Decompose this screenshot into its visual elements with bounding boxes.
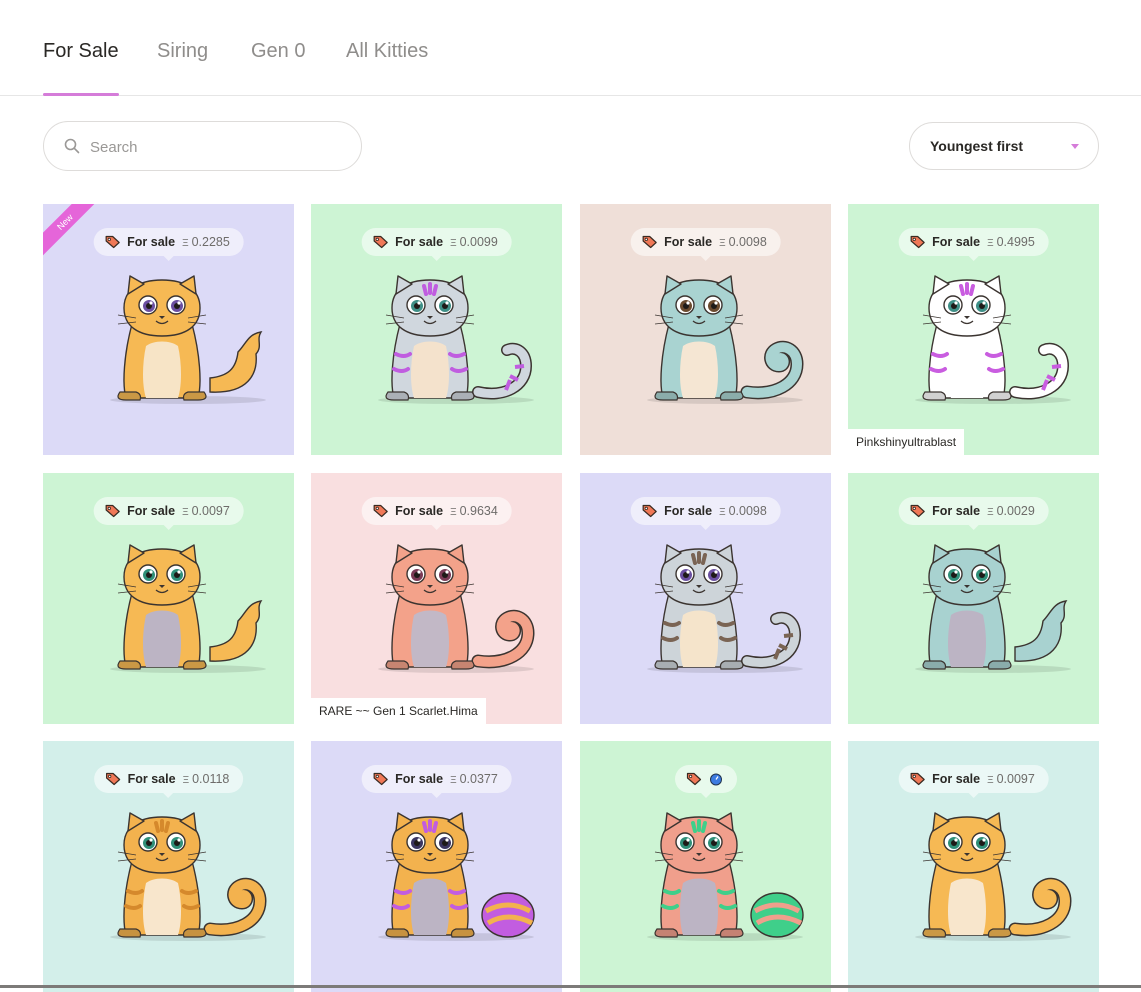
kitty-illustration xyxy=(647,544,803,673)
price-value: Ξ 0.4995 xyxy=(987,235,1035,249)
kitty-illustration xyxy=(378,544,535,673)
price-value: Ξ 0.2285 xyxy=(182,235,230,249)
kitty-illustration xyxy=(110,544,266,673)
price-tag-icon xyxy=(910,504,925,518)
price-bubble: For sale Ξ 0.0098 xyxy=(630,228,781,261)
kitty-illustration xyxy=(378,275,534,404)
siring-timer-icon xyxy=(709,773,722,786)
price-bubble: For sale Ξ 0.0099 xyxy=(361,228,512,261)
kitty-card[interactable]: For sale Ξ 0.9634 RARE ~~ Gen 1 Scarlet.Him… xyxy=(311,473,562,724)
price-tag-icon xyxy=(105,772,120,786)
status-bubble xyxy=(674,765,737,798)
for-sale-label: For sale xyxy=(127,772,176,786)
price-tag-icon xyxy=(373,504,388,518)
for-sale-label: For sale xyxy=(932,235,981,249)
price-value: Ξ 0.0097 xyxy=(182,504,230,518)
for-sale-label: For sale xyxy=(127,235,176,249)
price-value: Ξ 0.0029 xyxy=(987,504,1035,518)
price-tag-icon xyxy=(373,772,388,786)
tab-for-sale[interactable]: For Sale xyxy=(43,40,119,63)
price-tag-icon xyxy=(642,504,657,518)
price-value: Ξ 0.0118 xyxy=(182,772,230,786)
tab-all-kitties[interactable]: All Kitties xyxy=(346,40,428,63)
kitty-illustration xyxy=(378,812,535,941)
search-input[interactable] xyxy=(90,135,340,159)
kitty-illustration xyxy=(915,544,1071,673)
kitty-illustration xyxy=(647,275,804,404)
price-tag-icon xyxy=(910,235,925,249)
kitty-card[interactable]: For sale Ξ 0.0099 xyxy=(311,204,562,455)
kitty-card[interactable]: For sale Ξ 0.0097 xyxy=(43,473,294,724)
kitty-card[interactable]: For sale Ξ 0.0118 xyxy=(43,741,294,992)
price-bubble: For sale Ξ 0.2285 xyxy=(93,228,244,261)
kitty-illustration xyxy=(647,812,804,941)
price-value: Ξ 0.0098 xyxy=(719,235,767,249)
price-bubble: For sale Ξ 0.9634 xyxy=(361,497,512,530)
price-value: Ξ 0.9634 xyxy=(450,504,498,518)
for-sale-label: For sale xyxy=(664,504,713,518)
price-tag-icon xyxy=(373,235,388,249)
price-tag-icon xyxy=(686,772,701,786)
price-value: Ξ 0.0099 xyxy=(450,235,498,249)
price-bubble: For sale Ξ 0.0029 xyxy=(898,497,1049,530)
search-box[interactable] xyxy=(43,121,362,171)
kitty-name: RARE ~~ Gen 1 Scarlet.Hima xyxy=(311,698,486,724)
price-value: Ξ 0.0098 xyxy=(719,504,767,518)
price-tag-icon xyxy=(910,772,925,786)
kitty-card[interactable]: New For sale Ξ 0.2285 xyxy=(43,204,294,455)
kitty-card[interactable]: For sale Ξ 0.0098 xyxy=(580,204,831,455)
price-bubble: For sale Ξ 0.0098 xyxy=(630,497,781,530)
kitty-card[interactable]: For sale Ξ 0.0377 xyxy=(311,741,562,992)
kitty-card[interactable]: For sale Ξ 0.0097 xyxy=(848,741,1099,992)
for-sale-label: For sale xyxy=(395,772,444,786)
price-value: Ξ 0.0377 xyxy=(450,772,498,786)
for-sale-label: For sale xyxy=(932,772,981,786)
search-icon xyxy=(64,138,80,154)
price-value: Ξ 0.0097 xyxy=(987,772,1035,786)
for-sale-label: For sale xyxy=(395,504,444,518)
kitty-name: Pinkshinyultrablast xyxy=(848,429,965,455)
kitty-illustration xyxy=(915,812,1072,941)
price-bubble: For sale Ξ 0.0097 xyxy=(898,765,1049,798)
price-tag-icon xyxy=(642,235,657,249)
kitty-illustration xyxy=(110,812,267,941)
tab-siring[interactable]: Siring xyxy=(157,40,208,63)
kitty-card[interactable]: For sale Ξ 0.0029 xyxy=(848,473,1099,724)
chevron-down-icon xyxy=(1071,144,1079,149)
price-bubble: For sale Ξ 0.0097 xyxy=(93,497,244,530)
tab-gen-0[interactable]: Gen 0 xyxy=(251,40,305,63)
kitty-card[interactable] xyxy=(580,741,831,992)
active-tab-indicator xyxy=(43,93,119,96)
kitty-card[interactable]: For sale Ξ 0.0098 xyxy=(580,473,831,724)
price-bubble: For sale Ξ 0.4995 xyxy=(898,228,1049,261)
tab-bar: For Sale Siring Gen 0 All Kitties xyxy=(0,0,1141,96)
price-bubble: For sale Ξ 0.0377 xyxy=(361,765,512,798)
for-sale-label: For sale xyxy=(395,235,444,249)
kitty-illustration xyxy=(110,275,266,404)
for-sale-label: For sale xyxy=(664,235,713,249)
for-sale-label: For sale xyxy=(932,504,981,518)
price-tag-icon xyxy=(105,235,120,249)
kitty-card[interactable]: For sale Ξ 0.4995 Pinkshinyultrablast xyxy=(848,204,1099,455)
sort-selected-label: Youngest first xyxy=(930,138,1024,154)
for-sale-label: For sale xyxy=(127,504,176,518)
price-tag-icon xyxy=(105,504,120,518)
sort-dropdown[interactable]: Youngest first xyxy=(909,122,1099,170)
kitty-illustration xyxy=(915,275,1071,404)
price-bubble: For sale Ξ 0.0118 xyxy=(93,765,244,798)
